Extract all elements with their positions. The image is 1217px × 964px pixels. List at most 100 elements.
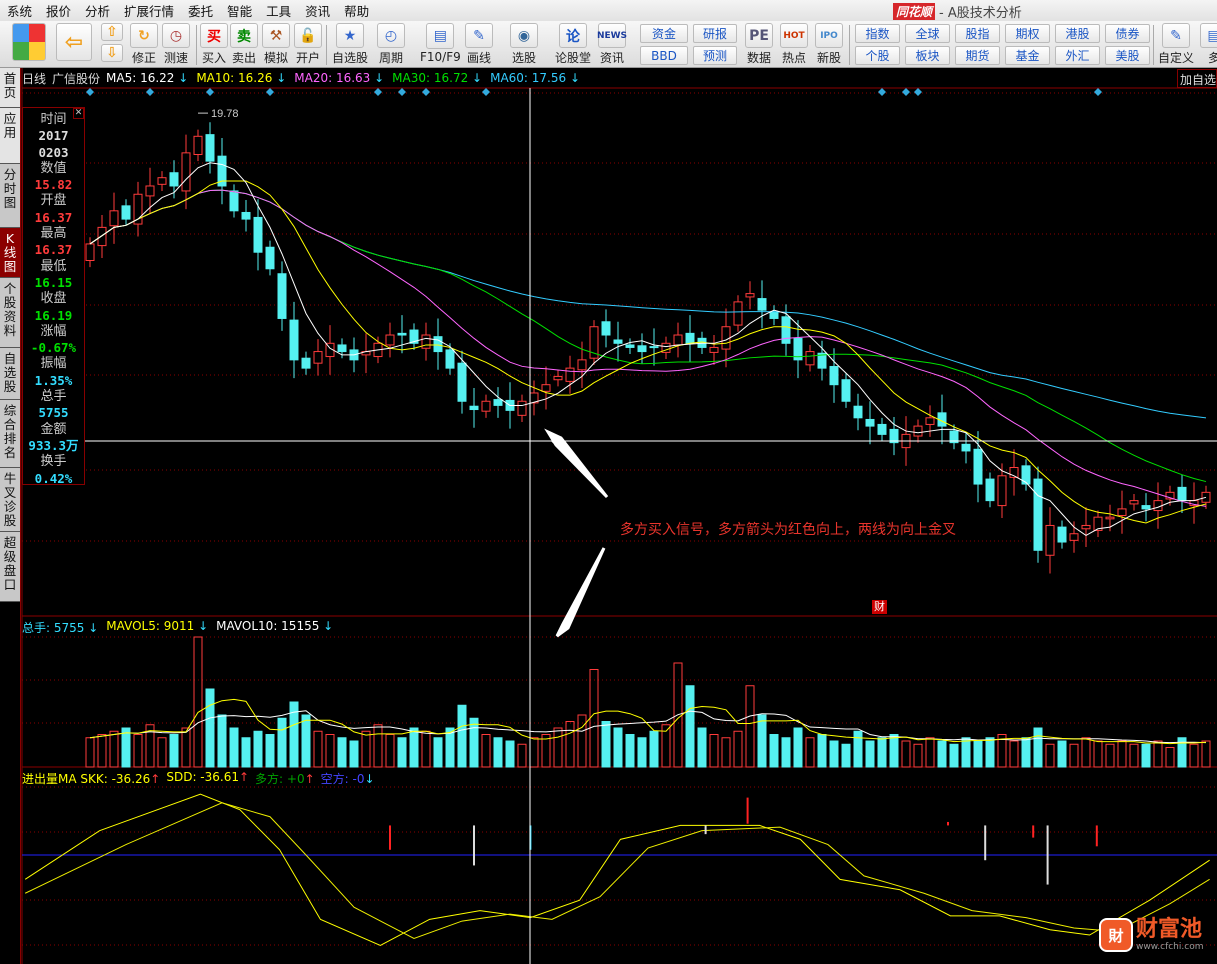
candle xyxy=(757,298,767,311)
info-label: 换手 xyxy=(40,454,67,470)
volume-bar xyxy=(949,743,959,768)
volume-bar xyxy=(769,734,779,768)
indicator-stat-label: 空方: -0 xyxy=(320,772,365,786)
candle xyxy=(1141,505,1151,510)
event-marker-icon xyxy=(878,88,886,96)
financial-report-marker[interactable]: 财 xyxy=(872,600,887,614)
candle xyxy=(313,351,323,364)
candle xyxy=(553,375,563,381)
volume-bar xyxy=(721,737,731,768)
volume-bar xyxy=(973,740,983,768)
candle xyxy=(1057,526,1067,543)
volume-bar xyxy=(817,734,827,768)
volume-bar xyxy=(733,730,743,768)
down-arrow-icon: ↓ xyxy=(194,619,209,633)
chart-canvas[interactable]: 19.78 xyxy=(0,0,1217,964)
candle xyxy=(241,211,251,220)
indicator-header: 进出量MA SKK: -36.26↑ SDD: -36.61↑ 多方: +0↑ 空方:… xyxy=(22,770,375,787)
candle xyxy=(565,367,575,382)
event-marker-icon xyxy=(146,88,154,96)
volume-bar xyxy=(109,730,119,768)
candle xyxy=(301,357,311,369)
info-label: 总手 xyxy=(40,389,67,405)
volume-bar xyxy=(889,734,899,768)
trend-arrow-icon: ↑ xyxy=(238,770,250,784)
event-marker-icon xyxy=(914,88,922,96)
candle xyxy=(109,210,119,227)
watermark: 財 财富池 www.cfchi.com xyxy=(1099,918,1203,952)
volume-bar xyxy=(253,730,263,768)
candle xyxy=(265,246,275,270)
candle xyxy=(385,334,395,346)
event-marker-icon xyxy=(902,88,910,96)
candle xyxy=(961,443,971,452)
info-value: 5755 xyxy=(38,405,69,421)
indicator-stat-label: 进出量MA SKK: -36.26 xyxy=(22,772,151,786)
info-value: 16.37 xyxy=(34,209,73,225)
candle xyxy=(205,134,215,162)
volume-bar xyxy=(589,669,599,768)
volume-bar xyxy=(865,740,875,768)
sdd-line xyxy=(24,802,1210,940)
candle xyxy=(421,334,431,349)
volume-bar xyxy=(1045,743,1055,768)
candle xyxy=(709,346,719,353)
candle xyxy=(673,334,683,346)
volume-bar xyxy=(433,737,443,768)
high-label: 19.78 xyxy=(211,108,239,120)
volume-bar xyxy=(373,724,383,768)
volume-stat-label: 总手: 5755 xyxy=(22,621,85,635)
volume-bar xyxy=(1189,743,1199,768)
down-arrow-icon: ↓ xyxy=(84,621,99,635)
volume-bar xyxy=(1009,740,1019,768)
candle xyxy=(853,405,863,419)
volume-bar xyxy=(337,737,347,768)
candle xyxy=(625,344,635,348)
event-marker-icon xyxy=(206,88,214,96)
info-value: 16.15 xyxy=(34,274,73,290)
volume-bar xyxy=(1165,747,1175,768)
candle xyxy=(913,425,923,437)
volume-bar xyxy=(1105,743,1115,768)
candle xyxy=(613,339,623,344)
candle xyxy=(1069,533,1079,541)
indicator-stat: 进出量MA SKK: -36.26↑ xyxy=(22,770,160,787)
volume-bar xyxy=(265,734,275,768)
event-marker-icon xyxy=(86,88,94,96)
candle xyxy=(457,362,467,402)
info-label: 数值 xyxy=(40,160,67,176)
watermark-logo-icon: 財 xyxy=(1099,918,1133,952)
volume-bar xyxy=(85,737,95,768)
candle xyxy=(517,400,527,416)
event-marker-icon xyxy=(266,88,274,96)
close-icon[interactable]: ✕ xyxy=(73,108,84,119)
event-marker-icon xyxy=(1094,88,1102,96)
info-value: -0.67% xyxy=(30,340,77,356)
indicator-stat: SDD: -36.61↑ xyxy=(166,770,249,787)
volume-bar xyxy=(133,734,143,768)
candle xyxy=(157,177,167,185)
volume-bar xyxy=(493,737,503,768)
volume-bar xyxy=(685,685,695,768)
volume-bar xyxy=(229,727,239,768)
candle xyxy=(637,345,647,353)
volume-stat-label: MAVOL10: 15155 xyxy=(216,619,320,633)
candle xyxy=(829,365,839,386)
candle xyxy=(1105,516,1115,520)
volume-bar xyxy=(961,737,971,768)
info-label: 开盘 xyxy=(40,193,67,209)
volume-bar xyxy=(313,730,323,768)
info-value: 15.82 xyxy=(34,177,73,193)
candle xyxy=(277,273,287,319)
volume-bar xyxy=(697,727,707,768)
candle xyxy=(145,185,155,197)
indicator-stat: 空方: -0↓ xyxy=(321,770,375,787)
volume-bar xyxy=(277,717,287,768)
volume-bar xyxy=(1093,740,1103,768)
volume-bar xyxy=(601,721,611,768)
volume-bar xyxy=(913,743,923,768)
volume-bar xyxy=(1057,740,1067,768)
volume-bar xyxy=(1201,740,1211,768)
candle xyxy=(97,226,107,247)
candle xyxy=(433,336,443,353)
